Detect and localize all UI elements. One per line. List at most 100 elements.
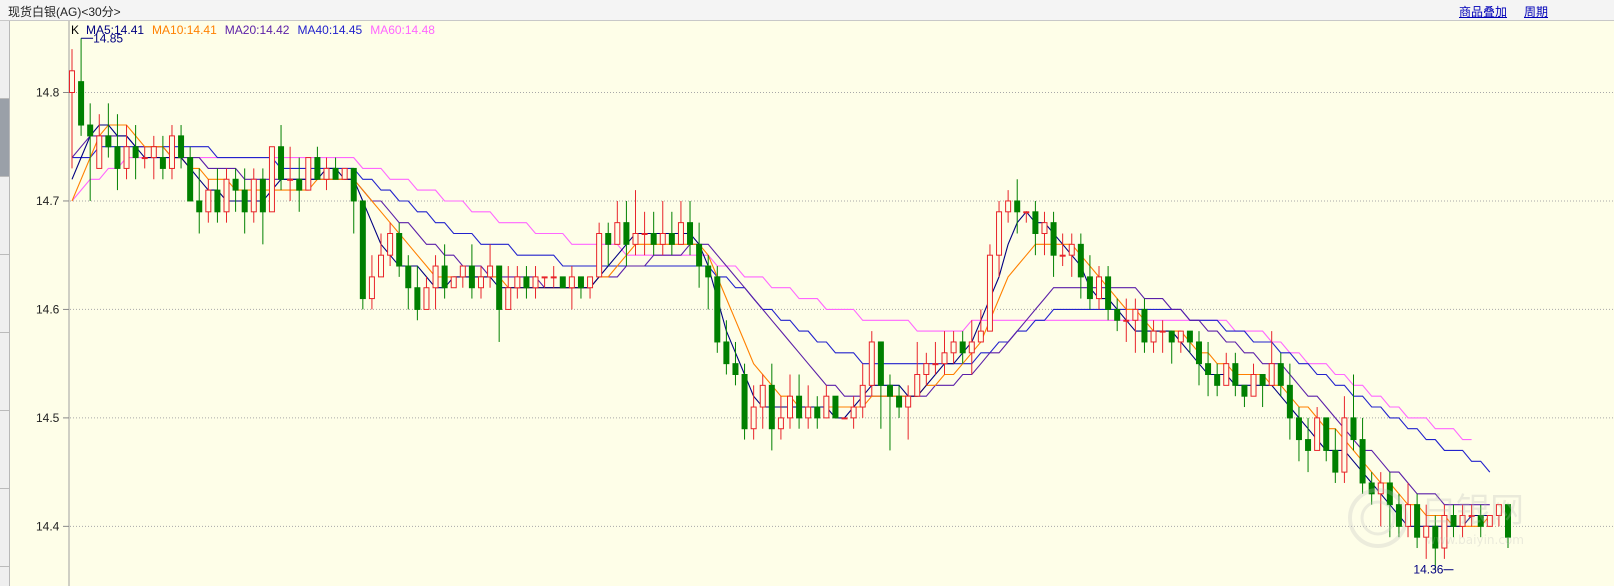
candle (886, 374, 893, 451)
candle (668, 211, 675, 256)
candle-body (1177, 330, 1184, 343)
candle (387, 222, 394, 267)
candle-body (959, 341, 966, 354)
candle (505, 266, 512, 310)
candle-body (1059, 254, 1066, 257)
candle-body (287, 178, 294, 181)
candle (1150, 320, 1157, 353)
candle-body (423, 287, 430, 310)
candle-body (123, 146, 130, 169)
candle-body (341, 167, 348, 180)
candle-body (468, 265, 475, 289)
candle-body (305, 157, 312, 191)
candle-body (496, 265, 503, 310)
candle-body (1332, 449, 1339, 473)
candle (777, 396, 784, 440)
candle-body (850, 406, 857, 419)
candle-body (723, 341, 730, 365)
candle-body (977, 330, 984, 343)
candle (287, 146, 294, 201)
candle (1132, 298, 1139, 353)
candle-body (923, 363, 930, 375)
candle-body (668, 233, 675, 245)
legend-ma40: MA40:14.45 (297, 23, 362, 37)
candle (614, 200, 621, 245)
candle (1205, 341, 1212, 397)
candle (359, 200, 366, 310)
candle-body (232, 178, 239, 191)
legend-ma10: MA10:14.41 (152, 23, 217, 37)
candle (459, 265, 466, 288)
candle-body (1468, 515, 1475, 517)
candle-body (441, 265, 448, 289)
candle (450, 276, 457, 289)
candle (568, 266, 575, 310)
candle-body (587, 276, 594, 289)
candle-body (432, 265, 439, 289)
candle (278, 125, 285, 191)
candle (1186, 330, 1193, 353)
candle-body (396, 233, 403, 267)
candle-body (1350, 417, 1357, 441)
candle (1241, 384, 1248, 408)
candle-body (1105, 276, 1112, 310)
candle-body (87, 124, 94, 137)
candle-body (868, 341, 875, 386)
candle (850, 396, 857, 429)
candle-body (777, 417, 784, 430)
candle (996, 200, 1003, 277)
candle (896, 385, 903, 418)
candle-body (696, 243, 703, 267)
candle (423, 276, 430, 310)
candle-body (96, 135, 103, 169)
candle (1041, 211, 1048, 256)
candle (1450, 504, 1457, 538)
candle-body (859, 384, 866, 408)
candle-body (1405, 504, 1412, 527)
candle-body (787, 395, 793, 419)
candle (1141, 298, 1148, 353)
candle-body (986, 254, 993, 332)
candle (523, 266, 530, 299)
candle (1195, 331, 1202, 386)
candle-body (1286, 384, 1293, 419)
candle-body (1295, 417, 1302, 441)
candle-body (259, 178, 266, 213)
candle-body (268, 146, 275, 213)
candle (1332, 428, 1339, 483)
candle (1477, 504, 1484, 538)
candle (332, 157, 339, 180)
candle (868, 331, 875, 397)
candle (1177, 330, 1184, 353)
candlestick-chart[interactable]: 14.814.714.614.514.4 K MA5:14.41 MA10:14.4… (0, 0, 1614, 586)
candle (659, 200, 666, 256)
candle-body (877, 341, 884, 386)
candle-body (178, 135, 185, 159)
candle (1059, 233, 1066, 267)
candle (932, 341, 939, 375)
candle (496, 265, 503, 342)
candle (1314, 407, 1321, 451)
candle (1096, 266, 1103, 310)
y-tick-label: 14.7 (36, 194, 60, 208)
candle (223, 168, 230, 223)
candle (796, 374, 803, 429)
candle (196, 168, 203, 234)
y-tick-label: 14.8 (36, 86, 60, 100)
candle (305, 157, 312, 191)
candle-body (1123, 319, 1130, 322)
candle (1259, 374, 1266, 408)
candle (268, 146, 275, 213)
candle-body (505, 287, 512, 310)
candle-body (1305, 439, 1312, 451)
candle-body (623, 222, 630, 245)
candle-body (1077, 243, 1084, 278)
candle (550, 266, 557, 288)
candle-body (168, 135, 175, 169)
candle-body (596, 233, 603, 278)
candle-body (968, 341, 975, 354)
ma5-line (71, 124, 1490, 527)
candle (96, 114, 103, 169)
candle (1050, 211, 1057, 277)
candle (487, 244, 494, 288)
